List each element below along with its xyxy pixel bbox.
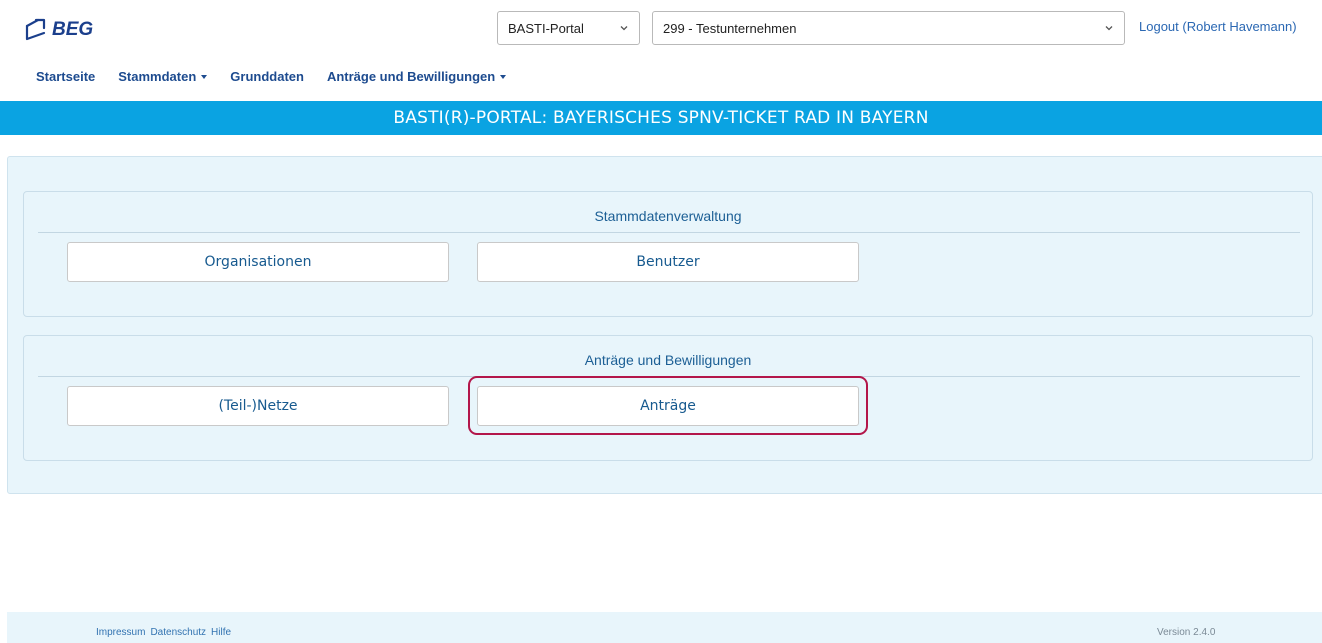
section-title: Stammdatenverwaltung	[594, 208, 742, 224]
beg-logo[interactable]: BEG	[24, 12, 93, 48]
portal-select-value: BASTI-Portal	[508, 20, 584, 36]
beg-logo-icon	[25, 18, 46, 41]
organisationen-button[interactable]: Organisationen	[67, 242, 449, 282]
impressum-link[interactable]: Impressum	[96, 627, 145, 638]
section-title: Anträge und Bewilligungen	[584, 352, 752, 368]
portal-select[interactable]: BASTI-Portal	[497, 11, 640, 45]
footer: Impressum Datenschutz Hilfe Version 2.4.…	[7, 612, 1322, 643]
nav-item-label: Anträge und Bewilligungen	[326, 69, 496, 84]
nav-item-label: Grunddaten	[230, 69, 304, 84]
nav-item-label: Stammdaten	[118, 69, 197, 84]
main-panel: Stammdatenverwaltung Organisationen Benu…	[7, 156, 1322, 494]
logo-text: BEG	[52, 19, 94, 40]
caret-down-icon	[500, 74, 507, 79]
antraege-highlight-frame	[468, 376, 868, 435]
benutzer-button[interactable]: Benutzer	[477, 242, 859, 282]
chevron-down-icon	[620, 26, 628, 31]
company-select-value: 299 - Testunternehmen	[663, 20, 797, 36]
footer-links: Impressum Datenschutz Hilfe	[96, 627, 236, 638]
nav-item-stammdaten[interactable]: Stammdaten	[118, 69, 208, 84]
logout-link[interactable]: Logout (Robert Havemann)	[1139, 19, 1297, 34]
section-antraege-bewilligungen: Anträge und Bewilligungen (Teil-)Netze A…	[23, 335, 1313, 461]
company-select[interactable]: 299 - Testunternehmen	[652, 11, 1125, 45]
page-title-banner: BASTI(R)-PORTAL: BAYERISCHES SPNV-TICKET…	[0, 101, 1322, 135]
version-label: Version 2.4.0	[1157, 627, 1216, 638]
nav-item-startseite[interactable]: Startseite	[36, 69, 95, 84]
nav-item-label: Startseite	[36, 69, 96, 84]
section-stammdatenverwaltung: Stammdatenverwaltung Organisationen Benu…	[23, 191, 1313, 317]
hilfe-link[interactable]: Hilfe	[211, 627, 231, 638]
datenschutz-link[interactable]: Datenschutz	[150, 627, 206, 638]
nav-item-grunddaten[interactable]: Grunddaten	[230, 69, 304, 84]
caret-down-icon	[201, 74, 208, 79]
main-nav: Startseite Stammdaten Grunddaten Anträge…	[36, 69, 529, 84]
chevron-down-icon	[1105, 26, 1113, 31]
nav-item-antraege[interactable]: Anträge und Bewilligungen	[326, 69, 507, 84]
section-divider	[38, 232, 1300, 233]
teilnetze-button[interactable]: (Teil-)Netze	[67, 386, 449, 426]
